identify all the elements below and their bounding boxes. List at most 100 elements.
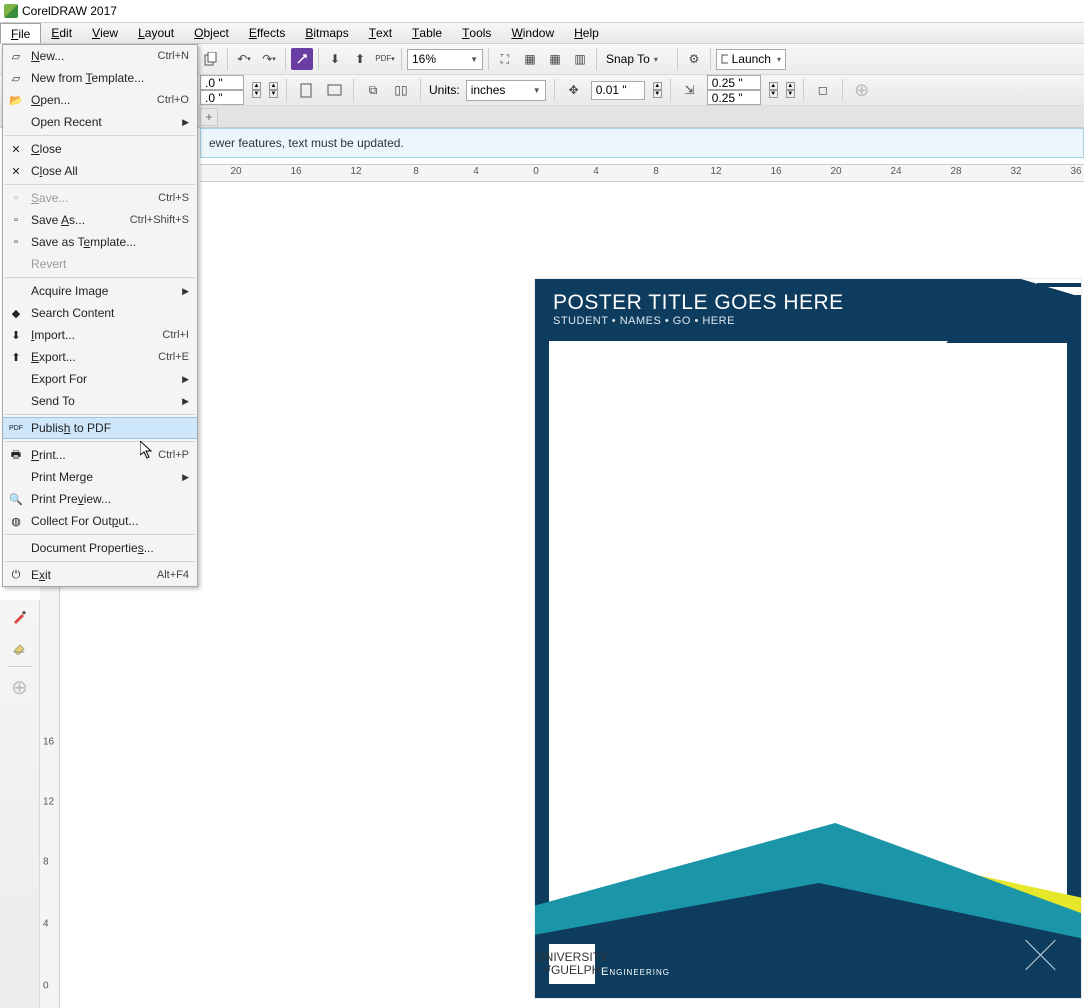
menu-text[interactable]: Text (359, 23, 402, 43)
show-guidelines-icon[interactable]: ▥ (569, 48, 591, 70)
menu-edit[interactable]: Edit (41, 23, 82, 43)
menu-item-icon: ✕ (7, 141, 25, 157)
dup-x-field[interactable]: 0.25 " (707, 75, 761, 90)
menu-item-icon: ◆ (7, 305, 25, 321)
nudge-field[interactable]: 0.01 " (591, 81, 645, 100)
engineering-label: Engineering (601, 966, 670, 978)
toolbox-left: ⊕ (0, 600, 40, 1008)
menu-item-print-merge[interactable]: Print Merge▶ (3, 466, 197, 488)
nudge-icon: ✥ (563, 79, 585, 101)
menu-item-revert: Revert (3, 253, 197, 275)
eyedropper-icon[interactable] (8, 604, 32, 628)
redo-icon[interactable]: ↷▾ (258, 48, 280, 70)
show-rulers-icon[interactable]: ▦ (519, 48, 541, 70)
menu-view[interactable]: View (82, 23, 128, 43)
menu-item-new-from-template[interactable]: ▱New from Template... (3, 67, 197, 89)
fullscreen-icon[interactable]: ⛶ (494, 48, 516, 70)
menu-item-search-content[interactable]: ◆Search Content (3, 302, 197, 324)
menu-table[interactable]: Table (402, 23, 452, 43)
university-badge: UNIVERSITY ᵒᶠGUELPH (549, 944, 595, 984)
menu-item-icon: ▫ (7, 212, 25, 228)
units-combo[interactable]: inches▼ (466, 80, 546, 101)
copy-icon[interactable] (200, 48, 222, 70)
menu-item-icon: ▫ (7, 234, 25, 250)
menu-item-send-to[interactable]: Send To▶ (3, 390, 197, 412)
menu-item-save-as[interactable]: ▫Save As...Ctrl+Shift+S (3, 209, 197, 231)
menu-item-close[interactable]: ✕Close (3, 138, 197, 160)
poster-title: POSTER TITLE GOES HERE (553, 291, 844, 315)
menu-help[interactable]: Help (564, 23, 609, 43)
export-icon[interactable]: ⬆ (349, 48, 371, 70)
menu-item-collect-for-output[interactable]: ◍Collect For Output... (3, 510, 197, 532)
app-title: CorelDRAW 2017 (22, 4, 117, 18)
snap-to-combo[interactable]: Snap To▾ (602, 49, 672, 70)
zoom-combo[interactable]: 16%▼ (407, 49, 483, 70)
menu-layout[interactable]: Layout (128, 23, 184, 43)
landscape-icon[interactable] (323, 79, 345, 101)
eraser-icon[interactable] (8, 634, 32, 658)
menu-item-acquire-image[interactable]: Acquire Image▶ (3, 280, 197, 302)
menu-item-import[interactable]: ⬇Import...Ctrl+I (3, 324, 197, 346)
menu-item-save-as-template[interactable]: ▫Save as Template... (3, 231, 197, 253)
drawing-canvas[interactable]: POSTER TITLE GOES HERE STUDENT • NAMES •… (60, 182, 1084, 1008)
menu-item-export-for[interactable]: Export For▶ (3, 368, 197, 390)
menu-item-exit[interactable]: ⏻ExitAlt+F4 (3, 564, 197, 586)
menu-item-close-all[interactable]: ✕Close All (3, 160, 197, 182)
menu-item-icon: 📂 (7, 92, 25, 108)
menu-item-export[interactable]: ⬆Export...Ctrl+E (3, 346, 197, 368)
duplicate-distance-icon: ⇲ (679, 79, 701, 101)
menu-item-icon: ▫ (7, 190, 25, 206)
menu-window[interactable]: Window (501, 23, 564, 43)
menu-item-icon: ▱ (7, 48, 25, 64)
menu-effects[interactable]: Effects (239, 23, 295, 43)
undo-icon[interactable]: ↶▾ (233, 48, 255, 70)
menu-item-icon: PDF (7, 420, 25, 436)
menu-item-open[interactable]: 📂Open...Ctrl+O (3, 89, 197, 111)
menu-item-icon: ⏻ (7, 567, 25, 583)
search-content-icon[interactable] (291, 48, 313, 70)
menu-item-save: ▫Save...Ctrl+S (3, 187, 197, 209)
menu-item-new[interactable]: ▱New...Ctrl+N (3, 45, 197, 67)
info-bar: ewer features, text must be updated. (200, 128, 1084, 158)
page-width-field[interactable]: .0 " (200, 75, 244, 90)
menu-item-icon: ▱ (7, 70, 25, 86)
add-tool-icon[interactable]: ⊕ (8, 675, 32, 699)
show-grid-icon[interactable]: ▦ (544, 48, 566, 70)
poster-artwork[interactable]: POSTER TITLE GOES HERE STUDENT • NAMES •… (535, 279, 1081, 998)
app-logo-icon (4, 4, 18, 18)
menu-item-icon: ⬆ (7, 349, 25, 365)
units-label: Units: (429, 83, 460, 97)
launch-combo[interactable]: Launch▾ (716, 49, 786, 70)
options-icon[interactable]: ⚙ (683, 48, 705, 70)
menu-file[interactable]: File (0, 23, 41, 43)
menu-item-document-properties[interactable]: Document Properties... (3, 537, 197, 559)
cross-mark-icon (1019, 934, 1061, 976)
menu-item-publish-to-pdf[interactable]: PDFPublish to PDF (3, 417, 197, 439)
treat-as-filled-icon[interactable]: ◻ (812, 79, 834, 101)
menu-item-print-preview[interactable]: 🔍Print Preview... (3, 488, 197, 510)
page-height-field[interactable]: .0 " (200, 90, 244, 105)
portrait-icon[interactable] (295, 79, 317, 101)
title-bar: CorelDRAW 2017 (0, 0, 1084, 22)
file-menu-dropdown: ▱New...Ctrl+N▱New from Template...📂Open.… (2, 44, 198, 587)
menu-item-open-recent[interactable]: Open Recent▶ (3, 111, 197, 133)
menu-item-icon: 🔍 (7, 491, 25, 507)
menu-item-icon: ⬇ (7, 327, 25, 343)
menu-tools[interactable]: Tools (452, 23, 501, 43)
menu-item-print[interactable]: 🖶Print...Ctrl+P (3, 444, 197, 466)
add-preset-icon[interactable]: ⊕ (851, 79, 873, 101)
all-pages-icon[interactable]: ⧉ (362, 79, 384, 101)
ruler-horizontal[interactable]: 2016128404812162024283236 (200, 164, 1084, 182)
menu-item-icon: ✕ (7, 163, 25, 179)
pdf-icon[interactable]: PDF▾ (374, 48, 396, 70)
menu-item-icon: ◍ (7, 513, 25, 529)
menu-object[interactable]: Object (184, 23, 239, 43)
poster-subtitle: STUDENT • NAMES • GO • HERE (553, 315, 735, 327)
menubar: FileEditViewLayoutObjectEffectsBitmapsTe… (0, 22, 1084, 44)
dup-y-field[interactable]: 0.25 " (707, 90, 761, 105)
current-page-icon[interactable]: ▯▯ (390, 79, 412, 101)
menu-bitmaps[interactable]: Bitmaps (295, 23, 358, 43)
add-tab-button[interactable]: + (200, 108, 218, 126)
import-icon[interactable]: ⬇ (324, 48, 346, 70)
menu-item-icon: 🖶 (7, 447, 25, 463)
